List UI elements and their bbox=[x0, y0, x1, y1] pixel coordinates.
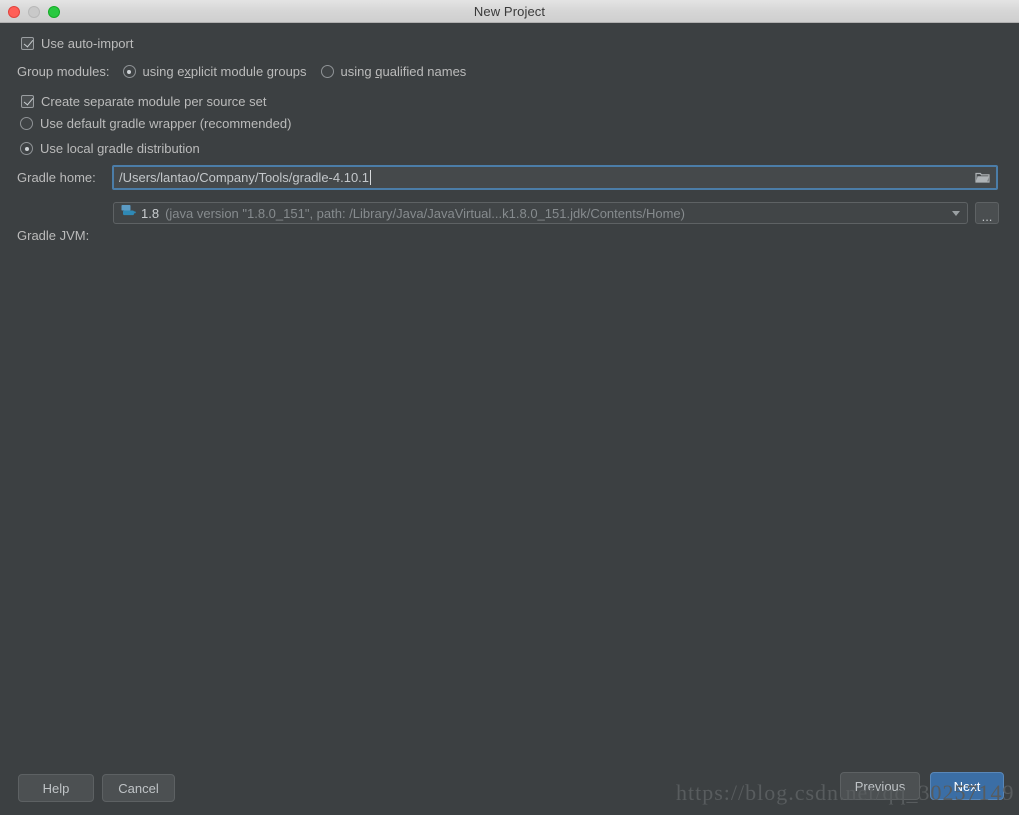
gradle-jvm-browse-button[interactable]: ... bbox=[975, 202, 999, 224]
gradle-jvm-description: (java version "1.8.0_151", path: /Librar… bbox=[165, 205, 685, 221]
jdk-icon bbox=[121, 204, 136, 222]
new-project-dialog: New Project Use auto-import Group module… bbox=[0, 0, 1019, 815]
close-button[interactable] bbox=[8, 6, 20, 18]
gradle-jvm-select[interactable]: 1.8 (java version "1.8.0_151", path: /Li… bbox=[113, 202, 968, 224]
create-separate-module-label: Create separate module per source set bbox=[41, 94, 267, 109]
text-caret bbox=[370, 170, 372, 185]
use-auto-import-checkbox[interactable] bbox=[21, 37, 34, 50]
gradle-home-value: /Users/lantao/Company/Tools/gradle-4.10.… bbox=[119, 170, 370, 185]
next-button[interactable]: Next bbox=[930, 772, 1004, 800]
gradle-jvm-label-wrap: Gradle JVM: bbox=[17, 228, 89, 243]
radio-qualified-names-label: using qualified names bbox=[340, 64, 467, 79]
maximize-button[interactable] bbox=[48, 6, 60, 18]
use-default-wrapper-row[interactable]: Use default gradle wrapper (recommended) bbox=[20, 116, 291, 131]
gradle-jvm-version: 1.8 bbox=[141, 205, 160, 221]
gradle-home-label-wrap: Gradle home: bbox=[17, 170, 96, 185]
gradle-home-label: Gradle home: bbox=[17, 170, 96, 185]
chevron-down-icon[interactable] bbox=[947, 203, 965, 223]
use-local-distribution-row[interactable]: Use local gradle distribution bbox=[20, 141, 200, 156]
folder-icon[interactable] bbox=[972, 167, 992, 188]
gradle-jvm-label: Gradle JVM: bbox=[17, 228, 90, 243]
radio-qualified-names[interactable] bbox=[320, 65, 334, 78]
use-auto-import-row[interactable]: Use auto-import bbox=[21, 36, 133, 51]
window-titlebar: New Project bbox=[0, 0, 1019, 23]
create-separate-module-row[interactable]: Create separate module per source set bbox=[21, 94, 266, 109]
group-modules-label: Group modules: bbox=[17, 64, 110, 79]
use-default-wrapper-radio[interactable] bbox=[20, 117, 33, 130]
minimize-button[interactable] bbox=[28, 6, 40, 18]
help-button[interactable]: Help bbox=[18, 774, 94, 802]
group-modules-row: Group modules: using explicit module gro… bbox=[17, 64, 466, 79]
create-separate-module-checkbox[interactable] bbox=[21, 95, 34, 108]
dialog-content: Use auto-import Group modules: using exp… bbox=[0, 23, 1019, 815]
window-title: New Project bbox=[473, 3, 546, 19]
use-auto-import-label: Use auto-import bbox=[41, 36, 134, 51]
gradle-home-input[interactable]: /Users/lantao/Company/Tools/gradle-4.10.… bbox=[112, 165, 998, 190]
previous-button[interactable]: Previous bbox=[840, 772, 920, 800]
window-controls bbox=[8, 6, 60, 18]
use-local-distribution-label: Use local gradle distribution bbox=[40, 141, 200, 156]
cancel-button[interactable]: Cancel bbox=[102, 774, 175, 802]
use-default-wrapper-label: Use default gradle wrapper (recommended) bbox=[40, 116, 292, 131]
use-local-distribution-radio[interactable] bbox=[20, 142, 33, 155]
radio-explicit-module-groups-label: using explicit module groups bbox=[142, 64, 307, 79]
radio-explicit-module-groups[interactable] bbox=[122, 65, 136, 78]
